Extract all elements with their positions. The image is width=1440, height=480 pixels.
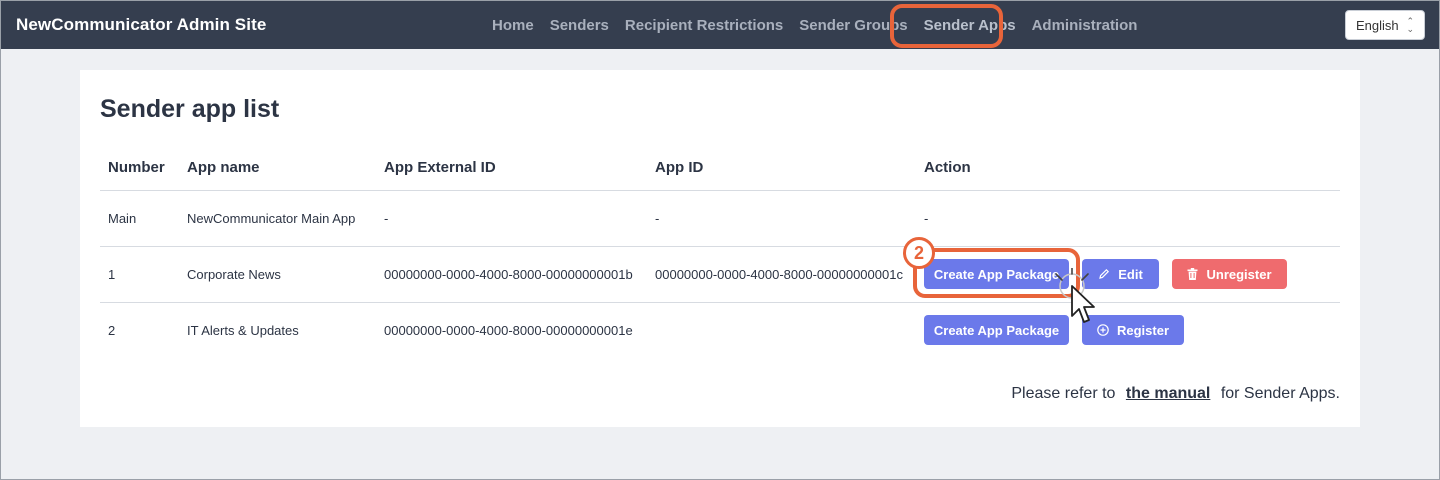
cell-action: - — [916, 190, 1340, 247]
cell-app-name: NewCommunicator Main App — [179, 190, 376, 247]
register-label: Register — [1116, 322, 1170, 338]
unregister-label: Unregister — [1206, 266, 1272, 282]
language-select[interactable]: English ⌃ ⌄ — [1345, 10, 1425, 40]
col-app-name: App name — [179, 146, 376, 191]
edit-label: Edit — [1118, 266, 1143, 282]
cell-app-name: Corporate News — [179, 246, 376, 303]
sender-app-table: Number App name App External ID App ID A… — [100, 146, 1340, 358]
cell-action: Create App Package Register — [916, 302, 1340, 358]
create-app-package-button[interactable]: Create App Package — [924, 315, 1069, 346]
nav-senders[interactable]: Senders — [550, 17, 609, 37]
nav-home[interactable]: Home — [492, 17, 534, 37]
cell-app-id: 00000000-0000-4000-8000-00000000001c — [647, 246, 916, 303]
trash-icon — [1187, 268, 1198, 280]
unregister-button[interactable]: Unregister — [1172, 259, 1287, 289]
cell-external-id: 00000000-0000-4000-8000-00000000001e — [384, 322, 633, 338]
site-brand[interactable]: NewCommunicator Admin Site — [16, 15, 266, 35]
manual-link[interactable]: the manual — [1126, 385, 1210, 402]
manual-note-after: for Sender Apps. — [1220, 385, 1340, 402]
table-header-row: Number App name App External ID App ID A… — [100, 146, 1340, 191]
table-row: 2 IT Alerts & Updates 00000000-0000-4000… — [100, 302, 1340, 358]
cell-app-id: - — [647, 190, 916, 247]
col-app-id: App ID — [647, 146, 916, 191]
table-row: Main NewCommunicator Main App - - - — [100, 190, 1340, 247]
top-navbar: NewCommunicator Admin Site Home Senders … — [0, 0, 1440, 49]
page-title: Sender app list — [100, 95, 280, 123]
cell-number: Main — [100, 190, 179, 247]
manual-note: Please refer to the manual for Sender Ap… — [1011, 385, 1340, 403]
cell-external-id: - — [376, 190, 647, 247]
cell-number: 1 — [100, 246, 179, 303]
cell-app-id — [647, 302, 916, 358]
manual-note-before: Please refer to — [1011, 385, 1116, 402]
cell-app-name: IT Alerts & Updates — [187, 322, 299, 338]
table-row: 1 Corporate News 00000000-0000-4000-8000… — [100, 246, 1340, 303]
nav-recipient-restrictions[interactable]: Recipient Restrictions — [625, 17, 783, 37]
cell-external-id: 00000000-0000-4000-8000-00000000001b — [376, 246, 647, 303]
col-action: Action — [916, 146, 1340, 191]
cell-number: 2 — [108, 322, 116, 338]
updown-chevron-icon: ⌃ ⌄ — [1406, 16, 1414, 34]
nav-administration[interactable]: Administration — [1032, 17, 1138, 37]
mouse-cursor-icon — [1055, 268, 1095, 323]
main-nav: Home Senders Recipient Restrictions Send… — [492, 17, 1137, 37]
language-value: English — [1356, 18, 1399, 33]
col-number: Number — [100, 146, 179, 191]
nav-highlight-annotation — [890, 4, 1003, 48]
step-number-badge: 2 — [903, 237, 935, 269]
sender-app-card: Sender app list Number App name App Exte… — [80, 70, 1360, 427]
col-app-external-id: App External ID — [376, 146, 647, 191]
